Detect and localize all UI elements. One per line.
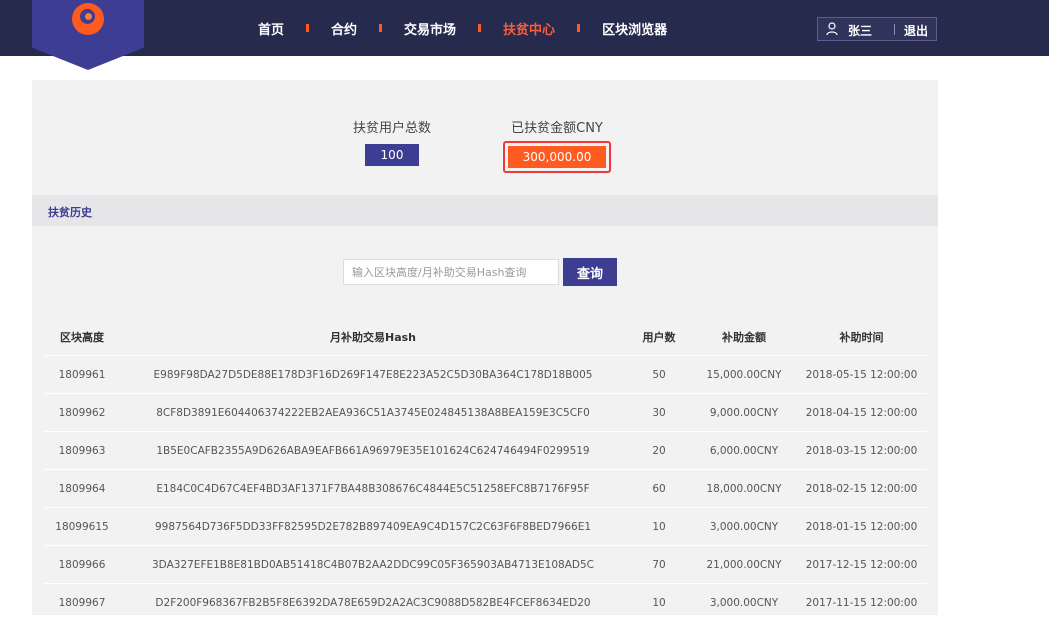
- cell-time: 2018-01-15 12:00:00: [796, 507, 927, 546]
- cell-user-count: 10: [626, 507, 692, 546]
- cell-block-height[interactable]: 1809961: [44, 355, 120, 394]
- cell-amount: 6,000.00CNY: [692, 431, 796, 470]
- user-box: 张三 退出: [817, 17, 937, 41]
- cell-time: 2017-11-15 12:00:00: [796, 583, 927, 622]
- cell-block-height[interactable]: 1809963: [44, 431, 120, 470]
- stat-users-value: 100: [365, 144, 419, 166]
- nav-item-contracts[interactable]: 合约: [331, 19, 357, 38]
- cell-block-height[interactable]: 1809964: [44, 469, 120, 508]
- nav-item-poverty-center[interactable]: 扶贫中心: [503, 19, 555, 38]
- content-panel: 扶贫用户总数 100 已扶贫金额CNY 300,000.00 扶贫历史 查询 区…: [32, 80, 938, 622]
- history-table: 区块高度 月补助交易Hash 用户数 补助金额 补助时间 1809961 E98…: [44, 319, 927, 622]
- table-row: 18099615 9987564D736F5DD33FF82595D2E782B…: [44, 507, 927, 546]
- cell-amount: 9,000.00CNY: [692, 393, 796, 432]
- nav-separator: [379, 24, 383, 32]
- cell-user-count: 10: [626, 583, 692, 622]
- table-row: 1809961 E989F98DA27D5DE88E178D3F16D269F1…: [44, 355, 927, 394]
- nav-item-block-explorer[interactable]: 区块浏览器: [602, 19, 667, 38]
- cell-amount: 18,000.00CNY: [692, 469, 796, 508]
- user-divider: [894, 24, 895, 35]
- nav-separator: [306, 24, 310, 32]
- cell-block-height[interactable]: 1809966: [44, 545, 120, 584]
- cell-time: 2018-03-15 12:00:00: [796, 431, 927, 470]
- table-row: 1809963 1B5E0CAFB2355A9D626ABA9EAFB661A9…: [44, 431, 927, 470]
- cell-amount: 3,000.00CNY: [692, 507, 796, 546]
- user-name[interactable]: 张三: [848, 22, 872, 39]
- cell-block-height[interactable]: 18099615: [44, 507, 120, 546]
- logo-banner: [32, 0, 144, 70]
- cell-user-count: 70: [626, 545, 692, 584]
- cell-tx-hash[interactable]: E989F98DA27D5DE88E178D3F16D269F147E8E223…: [120, 355, 626, 394]
- nav-separator: [478, 24, 482, 32]
- cell-tx-hash[interactable]: 1B5E0CAFB2355A9D626ABA9EAFB661A96979E35E…: [120, 431, 626, 470]
- history-section-title: 扶贫历史: [48, 206, 92, 219]
- cell-block-height[interactable]: 1809962: [44, 393, 120, 432]
- stat-total-amount: 已扶贫金额CNY 300,000.00: [502, 117, 612, 173]
- cell-user-count: 30: [626, 393, 692, 432]
- cell-user-count: 60: [626, 469, 692, 508]
- table-row: 1809962 8CF8D3891E604406374222EB2AEA936C…: [44, 393, 927, 432]
- stat-users-label: 扶贫用户总数: [352, 121, 431, 136]
- cell-user-count: 50: [626, 355, 692, 394]
- stat-total-users: 扶贫用户总数 100: [347, 117, 437, 166]
- table-header-row: 区块高度 月补助交易Hash 用户数 补助金额 补助时间: [44, 319, 927, 356]
- cell-user-count: 20: [626, 431, 692, 470]
- header-time: 补助时间: [796, 319, 927, 356]
- cell-time: 2018-04-15 12:00:00: [796, 393, 927, 432]
- cell-time: 2018-05-15 12:00:00: [796, 355, 927, 394]
- table-row: 1809967 D2F200F968367FB2B5F8E6392DA78E65…: [44, 583, 927, 622]
- cell-tx-hash[interactable]: 3DA327EFE1B8E81BD0AB51418C4B07B2AA2DDC99…: [120, 545, 626, 584]
- header-amount: 补助金额: [692, 319, 796, 356]
- stat-amount-highlight: 300,000.00: [503, 141, 611, 173]
- search-input[interactable]: [343, 259, 559, 285]
- cell-time: 2018-02-15 12:00:00: [796, 469, 927, 508]
- user-icon[interactable]: [826, 22, 838, 36]
- main-nav: 首页 合约 交易市场 扶贫中心 区块浏览器: [258, 19, 667, 38]
- cell-amount: 15,000.00CNY: [692, 355, 796, 394]
- cell-time: 2017-12-15 12:00:00: [796, 545, 927, 584]
- stat-amount-label: 已扶贫金额CNY: [511, 121, 603, 136]
- cell-amount: 3,000.00CNY: [692, 583, 796, 622]
- nav-item-market[interactable]: 交易市场: [404, 19, 456, 38]
- nav-item-home[interactable]: 首页: [258, 19, 284, 38]
- search-button[interactable]: 查询: [563, 258, 617, 286]
- history-section-bar: 扶贫历史: [32, 195, 938, 226]
- logout-link[interactable]: 退出: [904, 22, 928, 39]
- top-navbar: 首页 合约 交易市场 扶贫中心 区块浏览器 张三 退出: [0, 0, 1049, 70]
- cell-tx-hash[interactable]: 8CF8D3891E604406374222EB2AEA936C51A3745E…: [120, 393, 626, 432]
- nav-separator: [577, 24, 581, 32]
- cell-amount: 21,000.00CNY: [692, 545, 796, 584]
- cell-tx-hash[interactable]: D2F200F968367FB2B5F8E6392DA78E659D2A2AC3…: [120, 583, 626, 622]
- header-block-height: 区块高度: [44, 319, 120, 356]
- header-tx-hash: 月补助交易Hash: [120, 319, 626, 356]
- cell-tx-hash[interactable]: E184C0C4D67C4EF4BD3AF1371F7BA48B308676C4…: [120, 469, 626, 508]
- cell-block-height[interactable]: 1809967: [44, 583, 120, 622]
- cell-tx-hash[interactable]: 9987564D736F5DD33FF82595D2E782B897409EA9…: [120, 507, 626, 546]
- table-row: 1809966 3DA327EFE1B8E81BD0AB51418C4B07B2…: [44, 545, 927, 584]
- logo-icon[interactable]: [72, 3, 104, 35]
- stat-amount-value: 300,000.00: [508, 146, 606, 168]
- table-row: 1809964 E184C0C4D67C4EF4BD3AF1371F7BA48B…: [44, 469, 927, 508]
- header-user-count: 用户数: [626, 319, 692, 356]
